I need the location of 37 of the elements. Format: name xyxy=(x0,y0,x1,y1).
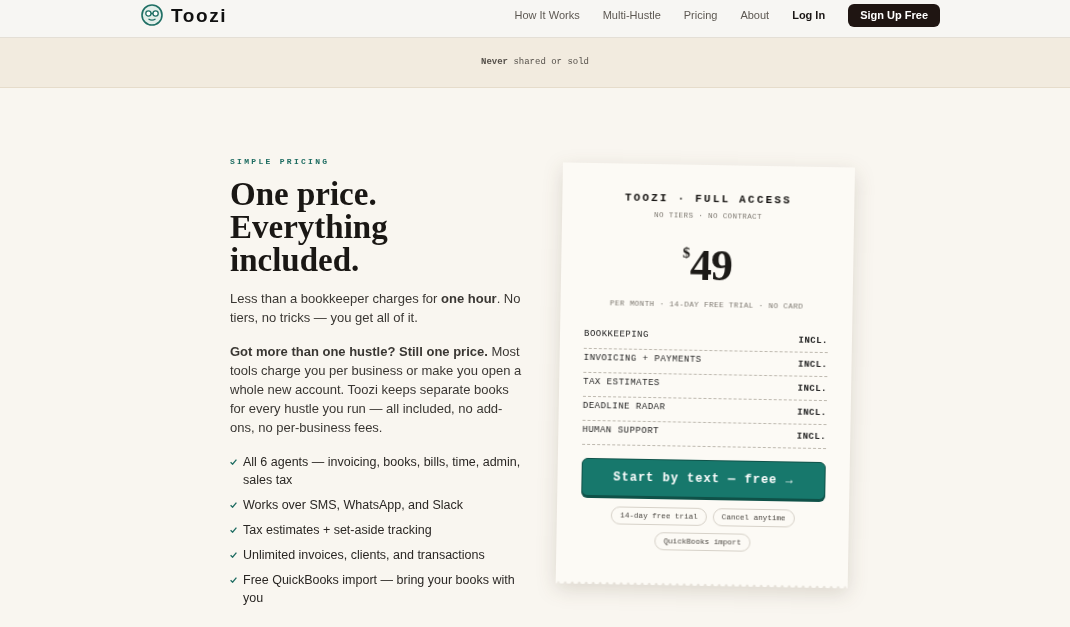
receipt-title: TOOZI · FULL ACCESS xyxy=(623,190,794,209)
nav-link[interactable]: About xyxy=(740,6,770,24)
included-label: INCL. xyxy=(796,431,827,444)
included-label: INCL. xyxy=(798,335,829,348)
section-eyebrow: SIMPLE PRICING xyxy=(230,156,331,168)
pricing-paragraph: Got more than one hustle? Still one price. Most tools charge you per business or make you open a whole new account. Toozi keeps separate books for every hustle you run — all included, no add-ons, no per-business fees. xyxy=(230,343,523,437)
feature-text: All 6 agents — invoicing, books, bills, time, admin, sales tax xyxy=(243,454,522,489)
check-icon xyxy=(230,459,237,465)
nav-link[interactable]: Pricing xyxy=(683,6,718,24)
feature-text: Works over SMS, WhatsApp, and Slack xyxy=(243,497,463,514)
line-item-label: HUMAN SUPPORT xyxy=(582,424,660,439)
nav-link[interactable]: How It Works xyxy=(514,6,580,24)
feature-text: Free QuickBooks import — bring your books with you xyxy=(243,572,516,607)
included-label: INCL. xyxy=(797,407,827,420)
feature-text: Tax estimates + set-aside tracking xyxy=(243,522,432,539)
nav-link[interactable]: Multi-Hustle xyxy=(602,6,661,24)
line-item-label: DEADLINE RADAR xyxy=(582,401,666,415)
line-item-label: TAX ESTIMATES xyxy=(583,377,660,391)
included-label: INCL. xyxy=(797,383,828,396)
line-item-label: BOOKKEEPING xyxy=(583,329,650,343)
brand-name: Toozi xyxy=(171,5,228,25)
login-link[interactable]: Log In xyxy=(792,6,826,24)
start-by-text-button[interactable]: Start by text — free → xyxy=(581,457,826,501)
feature-text: Unlimited invoices, clients, and transactions xyxy=(243,547,485,564)
sign-up-button[interactable]: Sign Up Free xyxy=(848,3,940,27)
pricing-headline: One price. Everything included. xyxy=(230,178,389,277)
check-icon xyxy=(230,577,237,583)
included-label: INCL. xyxy=(797,359,828,372)
check-icon xyxy=(230,527,237,533)
check-icon xyxy=(230,502,237,508)
check-icon xyxy=(230,552,237,558)
pricing-paragraph: Less than a bookkeeper charges for one hour. No tiers, no tricks — you get all of it. xyxy=(230,290,522,327)
line-item-label: INVOICING + PAYMENTS xyxy=(583,353,702,368)
price-amount: 49 xyxy=(689,243,733,289)
privacy-note: Never shared or sold xyxy=(481,55,589,69)
currency-sign: $ xyxy=(682,245,691,261)
glasses-logo-icon xyxy=(141,4,163,26)
